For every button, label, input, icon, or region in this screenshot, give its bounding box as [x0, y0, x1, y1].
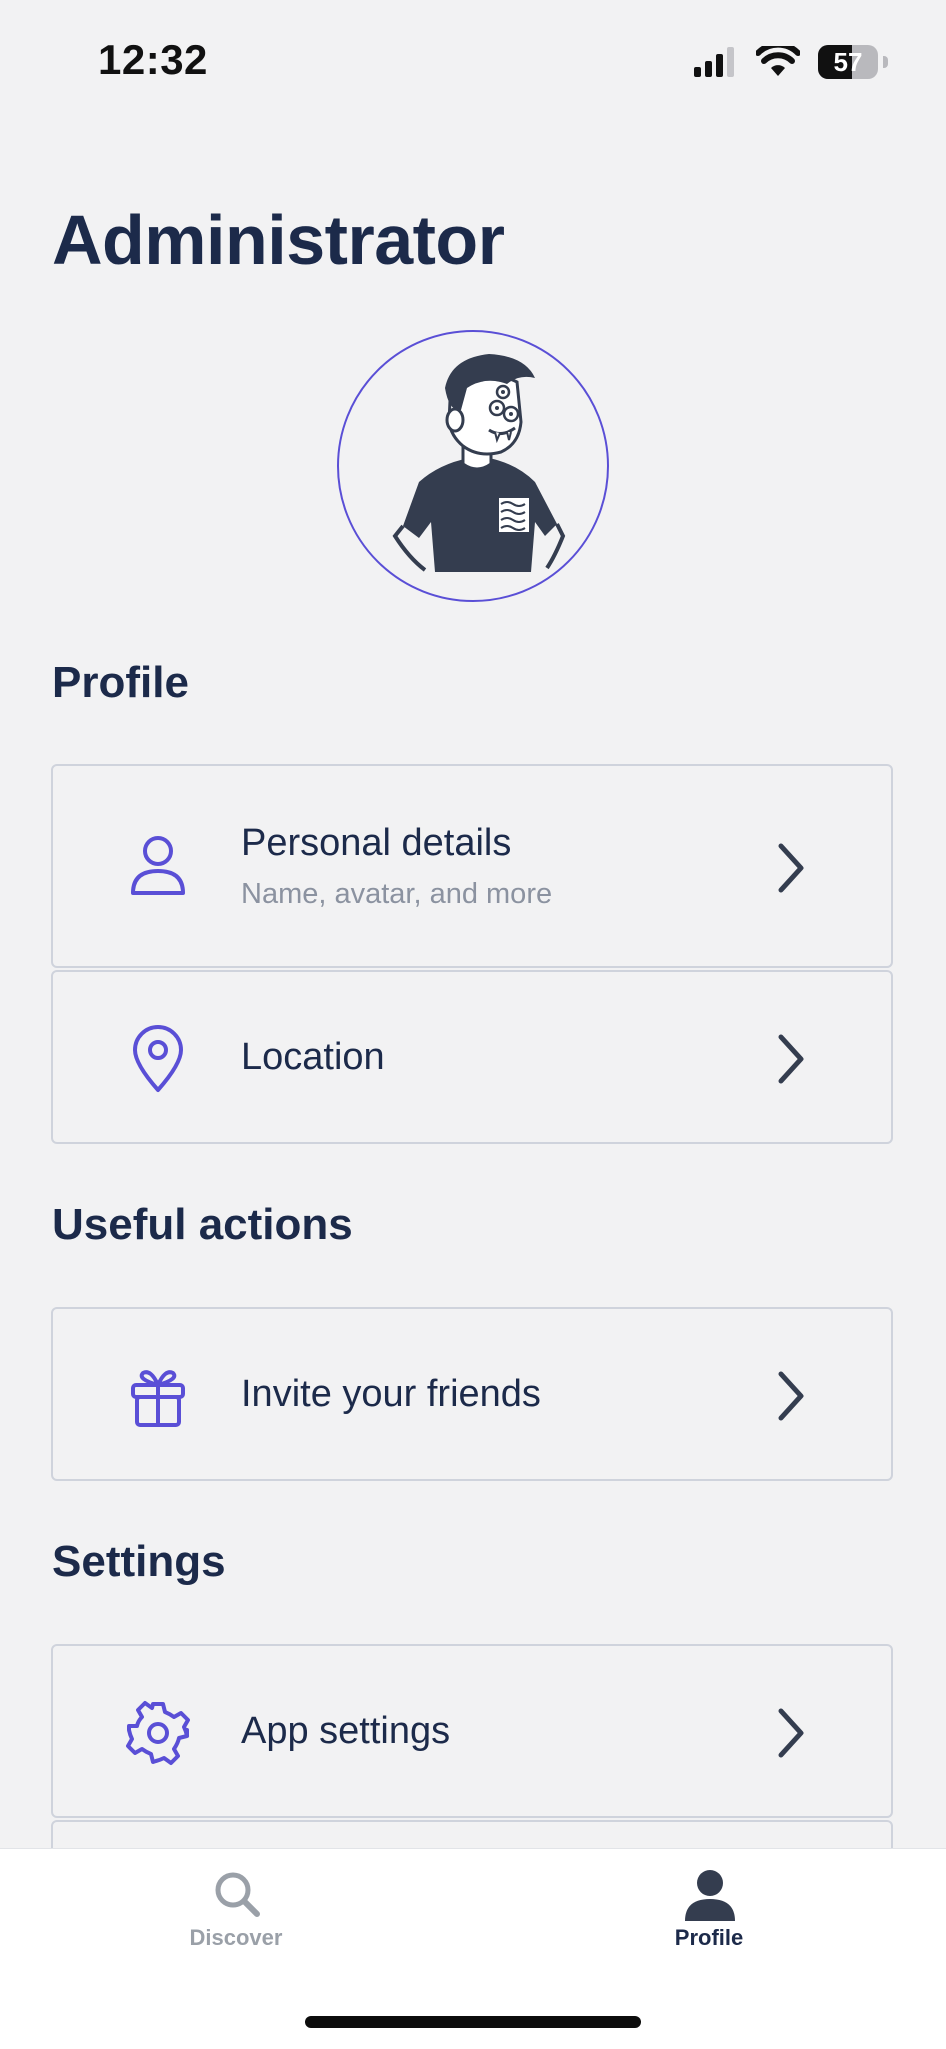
personal-details-row[interactable]: Personal details Name, avatar, and more: [51, 764, 893, 968]
location-title: Location: [241, 1036, 385, 1078]
gear-icon: [126, 1701, 190, 1765]
status-time: 12:32: [98, 36, 208, 83]
section-heading-useful-actions: Useful actions: [52, 1200, 353, 1249]
personal-details-subtitle: Name, avatar, and more: [241, 878, 553, 910]
chevron-right-icon: [778, 1034, 804, 1084]
avatar[interactable]: [337, 330, 609, 602]
status-icons: 57: [694, 40, 888, 84]
profile-icon: [685, 1870, 735, 1921]
chevron-right-icon: [778, 1708, 804, 1758]
chevron-right-icon: [778, 1371, 804, 1421]
tab-discover-label: Discover: [189, 1925, 283, 1950]
avatar-illustration: [392, 354, 566, 572]
person-icon: [131, 836, 185, 895]
personal-details-title: Personal details: [241, 822, 512, 864]
location-pin-icon: [133, 1025, 183, 1092]
invite-friends-row[interactable]: Invite your friends: [51, 1307, 893, 1481]
page-title: Administrator: [52, 201, 505, 279]
home-indicator: [305, 2016, 641, 2028]
chevron-right-icon: [778, 843, 804, 893]
tab-profile[interactable]: Profile: [609, 1849, 809, 1989]
section-heading-profile: Profile: [52, 658, 189, 707]
app-settings-title: App settings: [241, 1710, 451, 1752]
battery-icon: 57: [818, 45, 888, 79]
cellular-signal-icon: [694, 47, 734, 77]
tab-profile-label: Profile: [674, 1925, 744, 1950]
search-icon: [215, 1872, 260, 1917]
tab-discover[interactable]: Discover: [136, 1849, 336, 1989]
section-heading-settings: Settings: [52, 1537, 226, 1586]
gift-icon: [131, 1370, 185, 1427]
battery-percentage: 57: [833, 47, 863, 77]
invite-friends-title: Invite your friends: [241, 1373, 541, 1415]
location-row[interactable]: Location: [51, 970, 893, 1144]
wifi-icon: [756, 46, 800, 76]
app-settings-row[interactable]: App settings: [51, 1644, 893, 1818]
